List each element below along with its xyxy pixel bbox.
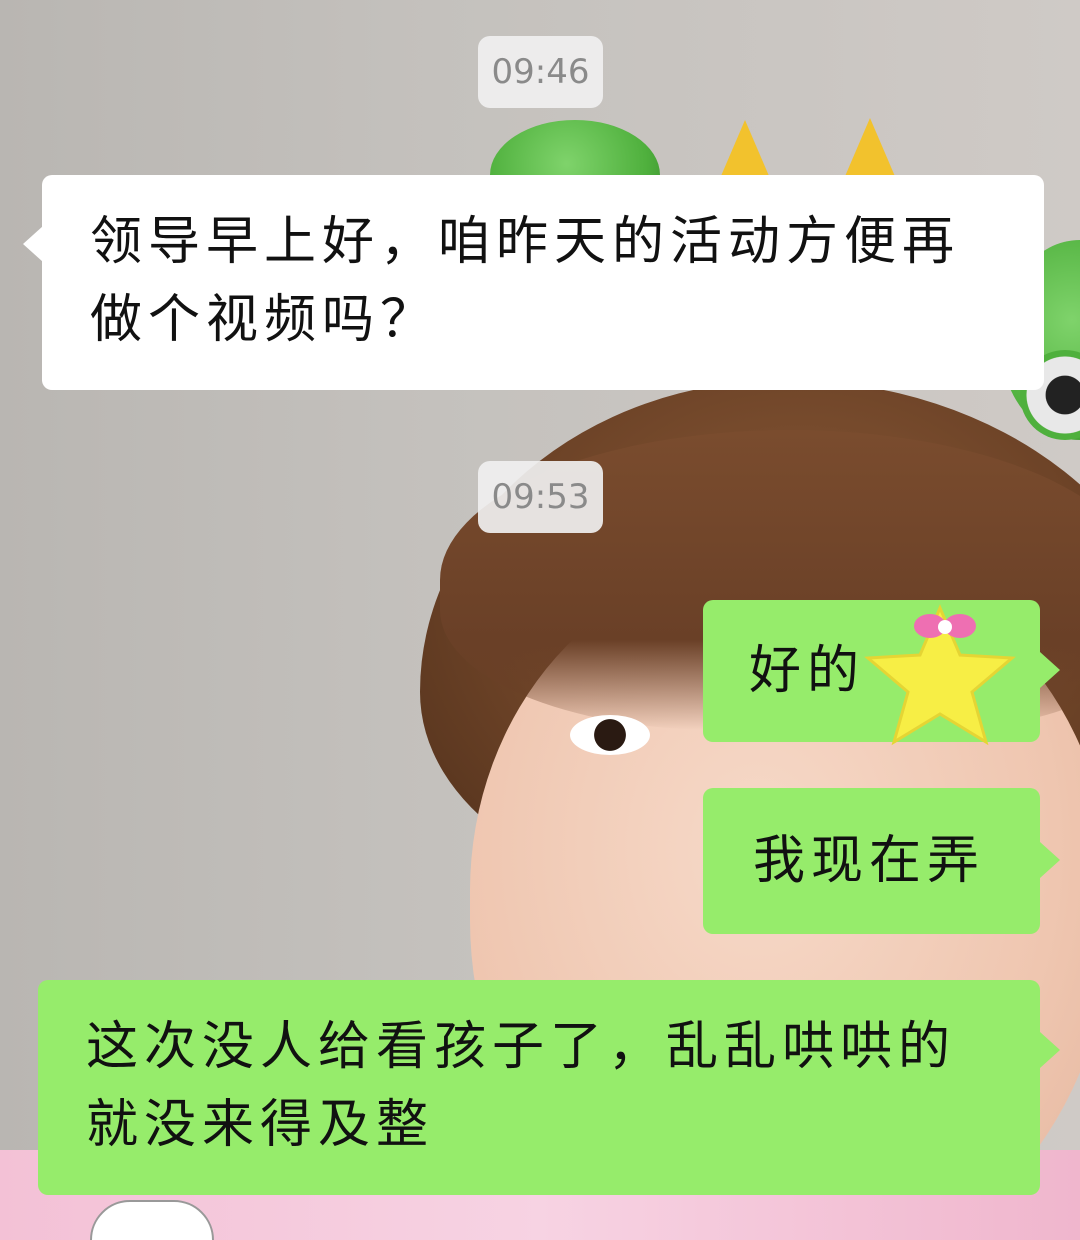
bubble-tail: [1040, 842, 1060, 878]
message-text: 我现在弄: [753, 831, 986, 891]
timestamp-text: 09:53: [491, 477, 590, 517]
bubble-tail: [1040, 652, 1060, 688]
message-text: 领导早上好，咱昨天的活动方便再做个视频吗？: [90, 212, 961, 350]
timestamp-chip: 09:46: [478, 36, 603, 108]
outgoing-message-bubble[interactable]: 我现在弄: [703, 788, 1040, 934]
cloud-sticker-icon: [90, 1200, 214, 1240]
outgoing-message-bubble[interactable]: 这次没人给看孩子了，乱乱哄哄的就没来得及整: [38, 980, 1040, 1195]
message-text: 好的: [749, 641, 866, 701]
timestamp-chip: 09:53: [478, 461, 603, 533]
eye-left: [570, 715, 650, 755]
star-sticker-icon: [864, 604, 1016, 746]
bubble-tail: [23, 226, 43, 262]
bubble-tail: [1040, 1032, 1060, 1068]
timestamp-text: 09:46: [491, 52, 590, 92]
message-text: 这次没人给看孩子了，乱乱哄哄的就没来得及整: [86, 1017, 957, 1155]
incoming-message-bubble[interactable]: 领导早上好，咱昨天的活动方便再做个视频吗？: [42, 175, 1044, 390]
